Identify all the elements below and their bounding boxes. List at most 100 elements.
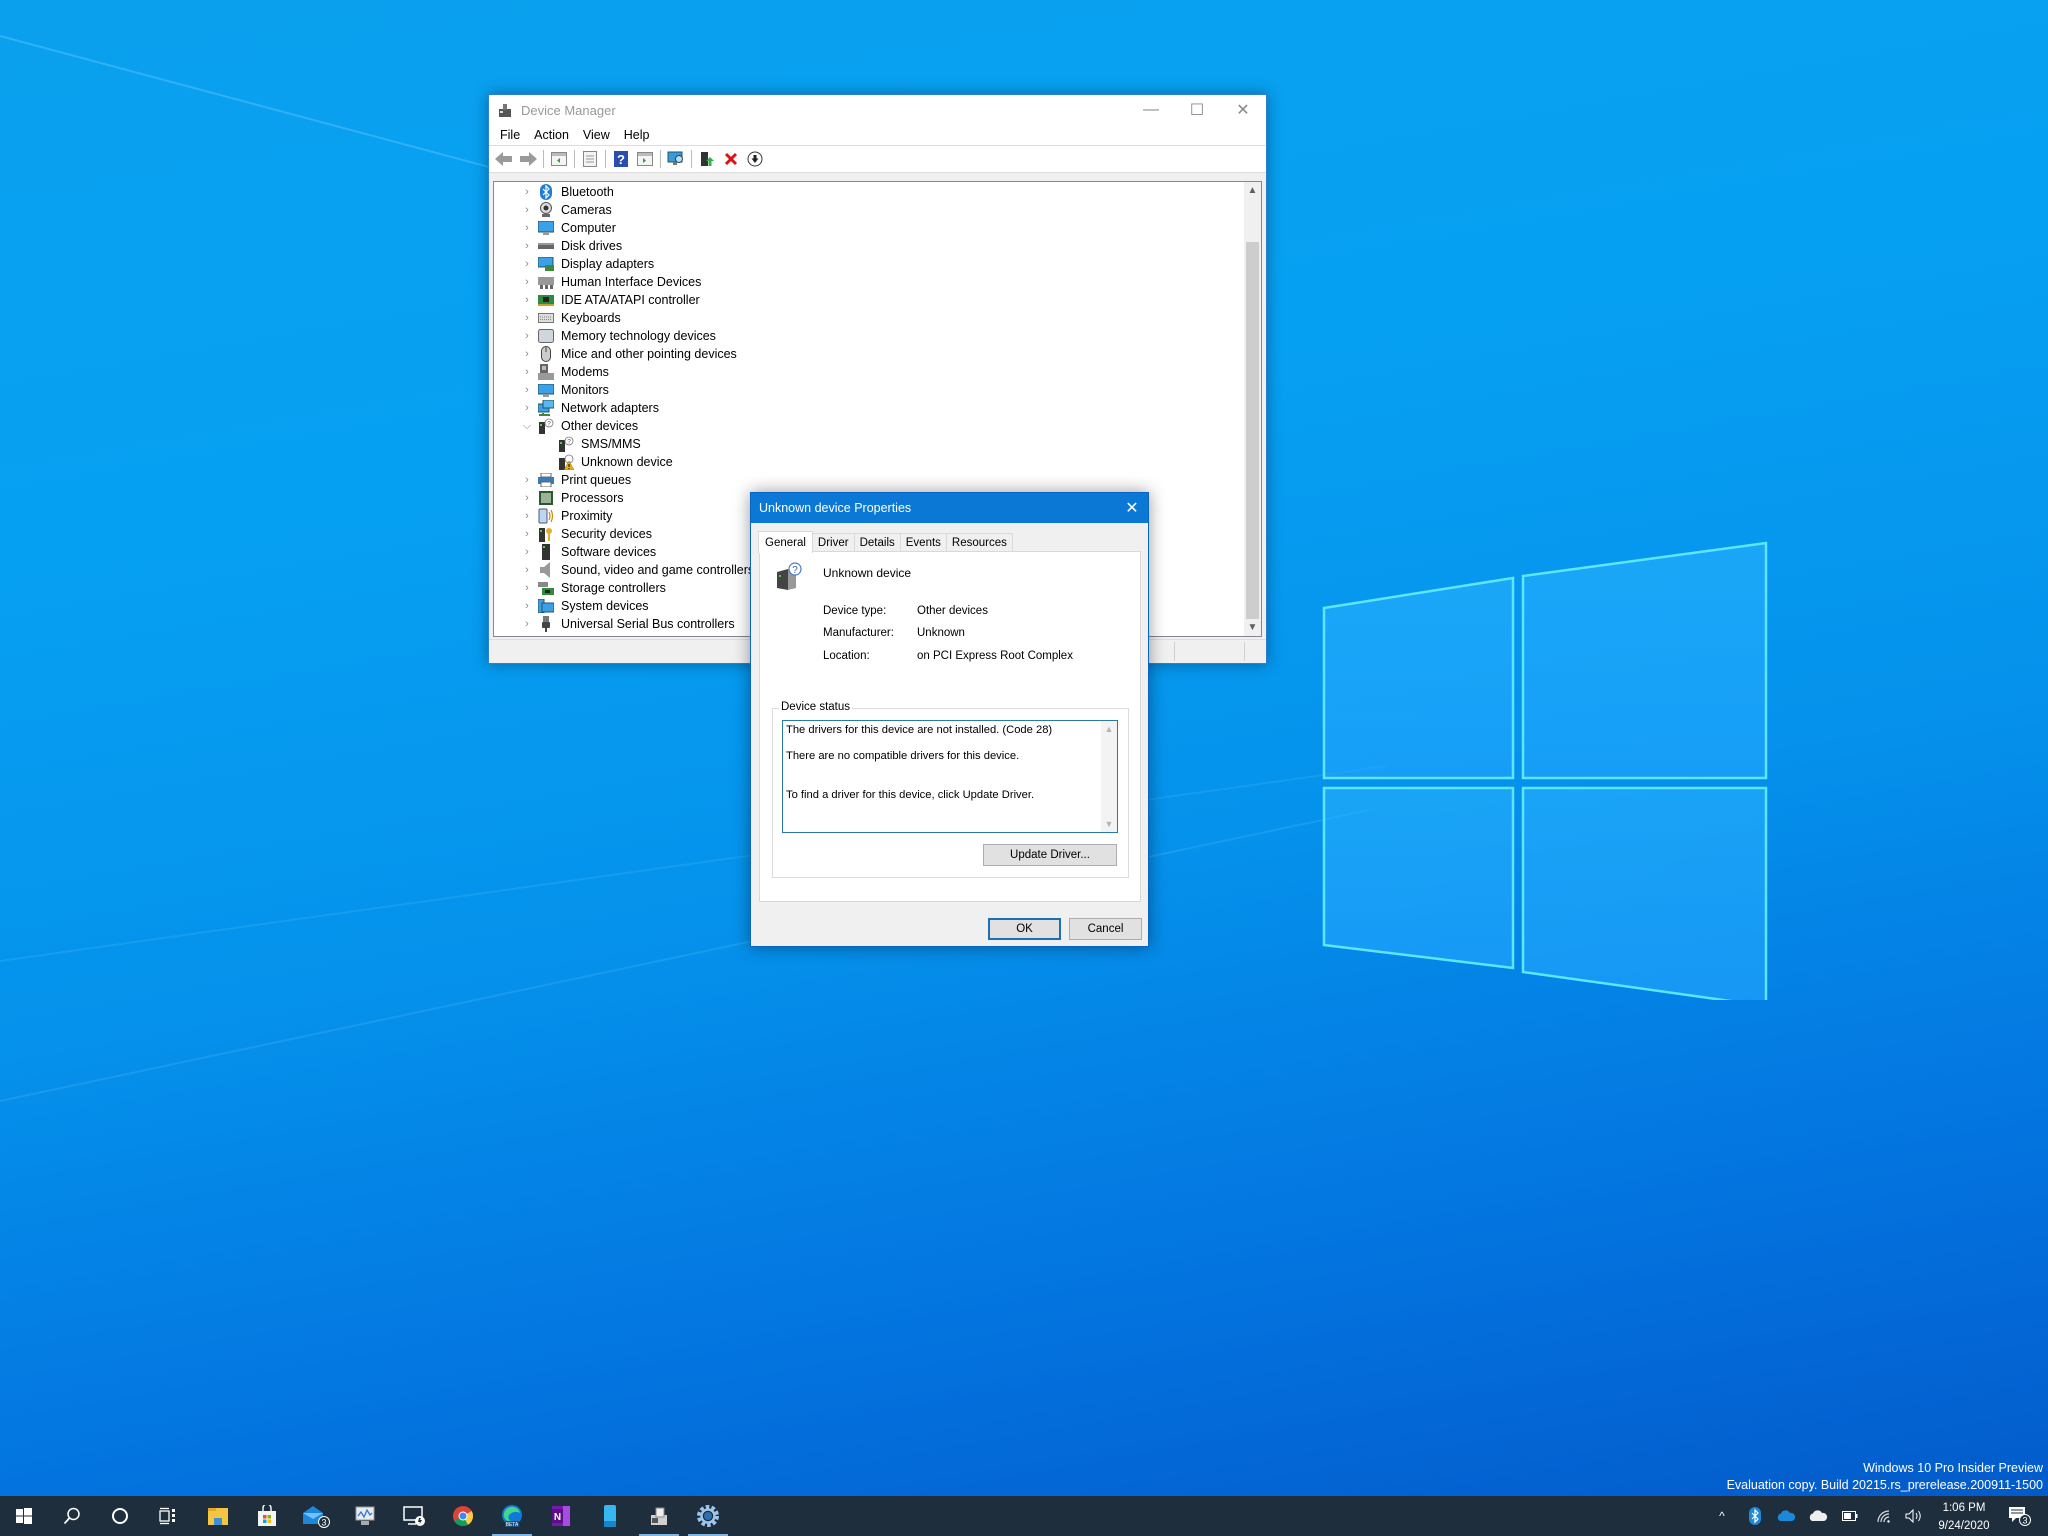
tree-node-computer[interactable]: › Computer xyxy=(494,219,1244,237)
tree-node-ide-ata-atapi-controller[interactable]: › IDE ATA/ATAPI controller xyxy=(494,291,1244,309)
chrome-button[interactable] xyxy=(439,1496,487,1536)
menu-view[interactable]: View xyxy=(576,128,617,142)
scan-hardware-button[interactable] xyxy=(665,148,687,170)
clock[interactable]: 1:06 PM 9/24/2020 xyxy=(1920,1497,2008,1535)
chevron-right-icon[interactable]: › xyxy=(520,258,534,270)
cortana-button[interactable] xyxy=(96,1496,144,1536)
disable-device-button[interactable] xyxy=(744,148,766,170)
menu-help[interactable]: Help xyxy=(617,128,657,142)
tree-node-mice-and-other-pointing-devices[interactable]: › Mice and other pointing devices xyxy=(494,345,1244,363)
menu-file[interactable]: File xyxy=(493,128,527,142)
chevron-right-icon[interactable]: › xyxy=(520,204,534,216)
tree-node-label: Memory technology devices xyxy=(561,329,716,343)
properties-dialog-title-bar[interactable]: Unknown device Properties ✕ xyxy=(751,493,1148,523)
scroll-up-icon[interactable]: ▲ xyxy=(1101,721,1117,737)
show-hide-action-pane-button[interactable] xyxy=(634,148,656,170)
scroll-down-icon[interactable]: ▼ xyxy=(1244,619,1261,636)
tab-events[interactable]: Events xyxy=(899,533,947,552)
tree-node-bluetooth[interactable]: › Bluetooth xyxy=(494,183,1244,201)
action-pane-icon xyxy=(637,152,653,166)
tray-onedrive-business[interactable] xyxy=(1774,1496,1798,1536)
chevron-right-icon[interactable]: › xyxy=(520,564,534,576)
tab-general[interactable]: General xyxy=(758,531,813,553)
remote-desktop-button[interactable] xyxy=(390,1496,438,1536)
update-driver-button[interactable]: Update Driver... xyxy=(983,844,1117,866)
tree-node-other-devices[interactable]: ⌵? Other devices xyxy=(494,417,1244,435)
chevron-right-icon[interactable]: › xyxy=(520,582,534,594)
edge-beta-button[interactable]: BETA xyxy=(488,1496,536,1536)
scroll-up-icon[interactable]: ▲ xyxy=(1244,182,1261,199)
chevron-right-icon[interactable]: › xyxy=(520,222,534,234)
back-button[interactable] xyxy=(493,148,515,170)
ok-button[interactable]: OK xyxy=(988,918,1061,940)
store-button[interactable] xyxy=(243,1496,291,1536)
chevron-right-icon[interactable]: › xyxy=(520,276,534,288)
dialog-close-button[interactable]: ✕ xyxy=(1120,496,1144,520)
tray-onedrive[interactable] xyxy=(1806,1496,1830,1536)
close-button[interactable]: ✕ xyxy=(1220,95,1266,125)
chevron-right-icon[interactable]: › xyxy=(520,546,534,558)
maximize-button[interactable]: ☐ xyxy=(1174,95,1220,125)
tree-node-disk-drives[interactable]: › Disk drives xyxy=(494,237,1244,255)
device-manager-title-bar[interactable]: Device Manager — ☐ ✕ xyxy=(489,95,1266,125)
chevron-right-icon[interactable]: › xyxy=(520,618,534,630)
performance-monitor-button[interactable] xyxy=(341,1496,389,1536)
mail-button[interactable]: 3 xyxy=(292,1496,340,1536)
chevron-right-icon[interactable]: › xyxy=(520,294,534,306)
tab-resources[interactable]: Resources xyxy=(945,533,1013,552)
update-driver-button[interactable] xyxy=(696,148,718,170)
chevron-right-icon[interactable]: › xyxy=(520,528,534,540)
chevron-right-icon[interactable]: › xyxy=(520,384,534,396)
minimize-button[interactable]: — xyxy=(1128,95,1174,125)
tree-vertical-scrollbar[interactable]: ▲ ▼ xyxy=(1244,182,1261,636)
device-status-textbox[interactable]: The drivers for this device are not inst… xyxy=(782,720,1118,833)
menu-action[interactable]: Action xyxy=(527,128,576,142)
tree-node-memory-technology-devices[interactable]: › Memory technology devices xyxy=(494,327,1244,345)
show-hidden-icons-button[interactable]: ^ xyxy=(1710,1496,1734,1536)
chevron-right-icon[interactable]: › xyxy=(520,330,534,342)
start-button[interactable] xyxy=(0,1496,48,1536)
uninstall-device-button[interactable] xyxy=(720,148,742,170)
search-button[interactable] xyxy=(48,1496,96,1536)
chevron-down-icon[interactable]: ⌵ xyxy=(520,420,534,433)
tab-driver[interactable]: Driver xyxy=(811,533,855,552)
tree-node-modems[interactable]: › Modems xyxy=(494,363,1244,381)
scrollbar-thumb[interactable] xyxy=(1246,242,1259,619)
chevron-right-icon[interactable]: › xyxy=(520,600,534,612)
chevron-right-icon[interactable]: › xyxy=(520,474,534,486)
tree-node-unknown-device[interactable]: Unknown device xyxy=(494,453,1244,471)
tree-node-monitors[interactable]: › Monitors xyxy=(494,381,1244,399)
tray-network[interactable] xyxy=(1872,1496,1896,1536)
device-manager-button[interactable] xyxy=(635,1496,683,1536)
tree-node-network-adapters[interactable]: › Network adapters xyxy=(494,399,1244,417)
tray-bluetooth[interactable] xyxy=(1743,1496,1767,1536)
forward-button[interactable] xyxy=(517,148,539,170)
chevron-right-icon[interactable]: › xyxy=(520,348,534,360)
tree-node-print-queues[interactable]: › Print queues xyxy=(494,471,1244,489)
tree-node-human-interface-devices[interactable]: › Human Interface Devices xyxy=(494,273,1244,291)
cancel-button[interactable]: Cancel xyxy=(1069,918,1142,940)
tree-node-cameras[interactable]: › Cameras xyxy=(494,201,1244,219)
tree-node-sms-mms[interactable]: ? SMS/MMS xyxy=(494,435,1244,453)
help-button[interactable]: ? xyxy=(610,148,632,170)
chevron-right-icon[interactable]: › xyxy=(520,186,534,198)
chevron-right-icon[interactable]: › xyxy=(520,402,534,414)
onenote-button[interactable]: N xyxy=(537,1496,585,1536)
chevron-right-icon[interactable]: › xyxy=(520,492,534,504)
show-hide-console-tree-button[interactable] xyxy=(548,148,570,170)
scroll-down-icon[interactable]: ▼ xyxy=(1101,816,1117,832)
chevron-right-icon[interactable]: › xyxy=(520,366,534,378)
status-scrollbar[interactable]: ▲ ▼ xyxy=(1101,721,1117,832)
settings-button[interactable] xyxy=(684,1496,732,1536)
tree-node-keyboards[interactable]: › Keyboards xyxy=(494,309,1244,327)
tab-details[interactable]: Details xyxy=(853,533,901,552)
tree-node-display-adapters[interactable]: › Display adapters xyxy=(494,255,1244,273)
tray-battery[interactable] xyxy=(1838,1496,1862,1536)
file-explorer-button[interactable] xyxy=(194,1496,242,1536)
task-view-button[interactable] xyxy=(144,1496,192,1536)
chevron-right-icon[interactable]: › xyxy=(520,240,534,252)
properties-button[interactable] xyxy=(579,148,601,170)
chevron-right-icon[interactable]: › xyxy=(520,312,534,324)
chevron-right-icon[interactable]: › xyxy=(520,510,534,522)
phone-button[interactable] xyxy=(586,1496,634,1536)
